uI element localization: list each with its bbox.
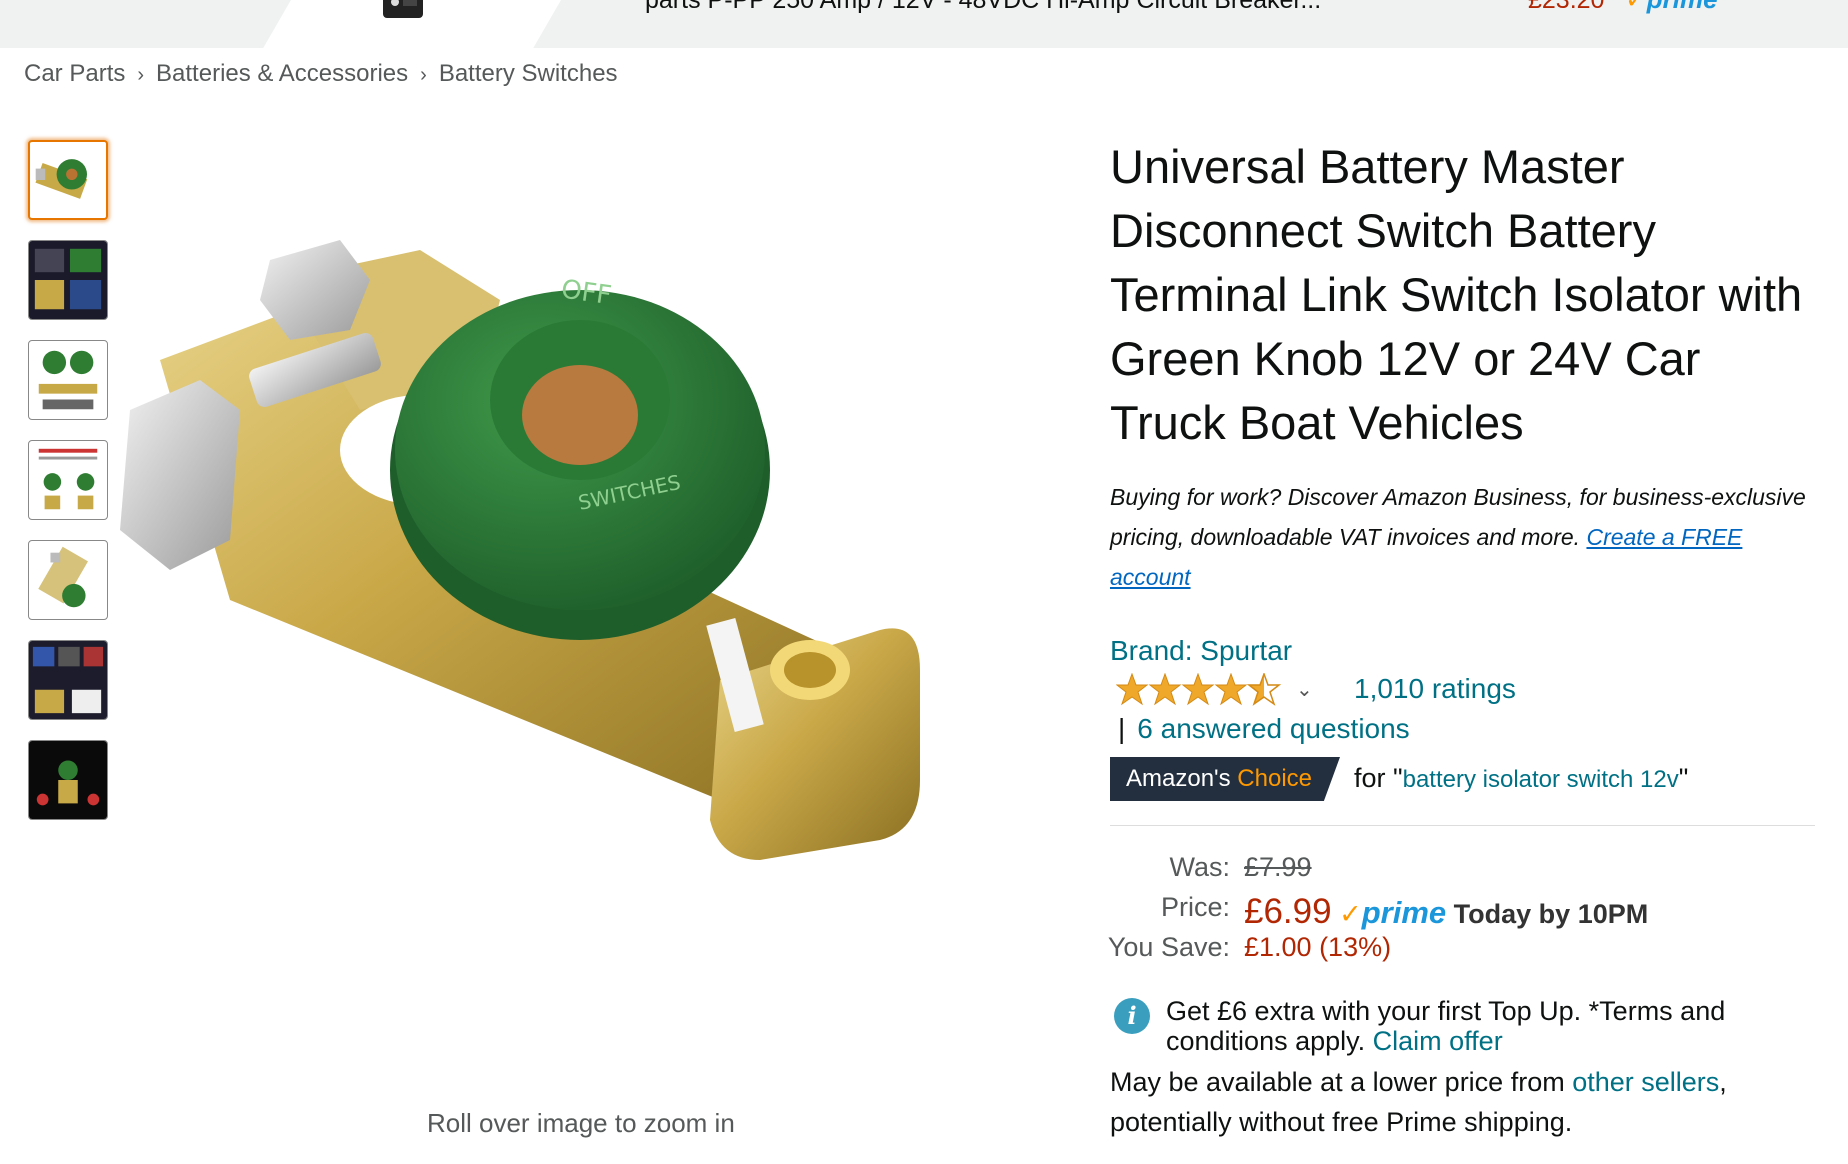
thumbnail-1[interactable] <box>28 140 108 220</box>
breadcrumb-batteries-accessories[interactable]: Batteries & Accessories <box>156 60 408 87</box>
savings-label: You Save: <box>1107 932 1230 962</box>
choice-close-quote: " <box>1678 763 1689 793</box>
chevron-down-icon[interactable]: ⌄ <box>1296 677 1313 702</box>
badge-prefix: Amazon's <box>1126 765 1231 792</box>
sponsored-strip[interactable]: parts P-PP 250 Amp / 12V - 48VDC Hi-Amp … <box>0 0 1848 48</box>
choice-for-text: for "battery isolator switch 12v" <box>1354 763 1688 794</box>
other-sellers-link[interactable]: other sellers <box>1572 1067 1719 1097</box>
product-title: Universal Battery Master Disconnect Swit… <box>1110 140 1803 449</box>
sponsored-price: £23.20 <box>1528 0 1605 14</box>
thumbnail-6[interactable] <box>28 640 108 720</box>
thumbnail-list <box>28 140 112 840</box>
zoom-hint: Roll over image to zoom in <box>427 1108 735 1138</box>
thumbnail-2[interactable] <box>28 240 108 320</box>
choice-for-label: for " <box>1354 763 1403 793</box>
price-label: Price: <box>1160 892 1230 922</box>
thumbnail-5[interactable] <box>28 540 108 620</box>
ratings-count-link[interactable]: 1,010 ratings <box>1354 673 1516 705</box>
current-price-row: Price: £6.99 ✓prime Today by 10PM <box>1110 892 1815 932</box>
was-price: £7.99 <box>1244 852 1312 882</box>
prime-logo: prime <box>1361 895 1447 930</box>
breadcrumb-separator: › <box>137 64 145 86</box>
sponsored-title[interactable]: parts P-PP 250 Amp / 12V - 48VDC Hi-Amp … <box>645 0 1321 15</box>
main-product-image[interactable]: OFF SWITCHES <box>120 240 1080 1000</box>
thumbnail-4[interactable] <box>28 440 108 520</box>
qa-row: | 6 answered questions <box>1110 713 1815 753</box>
business-promo: Buying for work? Discover Amazon Busines… <box>1110 477 1815 597</box>
product-details: Universal Battery Master Disconnect Swit… <box>1107 135 1815 1142</box>
lower-price-note: May be available at a lower price from o… <box>1110 1062 1815 1142</box>
topup-offer: i Get £6 extra with your first Top Up. *… <box>1110 996 1815 1056</box>
breadcrumb-separator: › <box>420 64 427 86</box>
was-label: Was: <box>1169 852 1231 882</box>
claim-offer-link[interactable]: Claim offer <box>1373 1026 1503 1056</box>
prime-check-icon: ✓ <box>1339 899 1362 929</box>
price-group: £6.99 ✓prime Today by 10PM <box>1244 892 1648 932</box>
delivery-estimate: Today by 10PM <box>1453 899 1649 929</box>
star-rating-icon[interactable] <box>1116 673 1286 707</box>
sponsored-prime-badge: ✓prime <box>1625 0 1718 15</box>
brand-link[interactable]: Brand: Spurtar <box>1110 635 1815 667</box>
lower-price-text: May be available at a lower price from <box>1110 1067 1565 1097</box>
badge-choice-word: Choice <box>1237 765 1313 792</box>
current-price: £6.99 <box>1244 892 1332 931</box>
breadcrumb: Car Parts › Batteries & Accessories › Batter… <box>24 60 618 88</box>
info-icon: i <box>1114 998 1150 1034</box>
savings-value: £1.00 (13%) <box>1244 932 1392 962</box>
qa-separator: | <box>1118 713 1126 744</box>
amazons-choice-row: Amazon's Choice for "battery isolator sw… <box>1110 757 1815 803</box>
was-price-row: Was: £7.99 <box>1110 852 1815 892</box>
prime-word: prime <box>1647 0 1718 14</box>
breadcrumb-car-parts[interactable]: Car Parts <box>24 60 125 87</box>
thumbnail-7[interactable] <box>28 740 108 820</box>
answered-questions-link[interactable]: 6 answered questions <box>1137 713 1409 744</box>
savings-row: You Save: £1.00 (13%) <box>1107 932 1815 972</box>
sponsored-product-image[interactable] <box>375 0 435 28</box>
breadcrumb-battery-switches[interactable]: Battery Switches <box>439 60 618 87</box>
divider <box>1110 825 1815 826</box>
ratings-row: ⌄ 1,010 ratings <box>1110 671 1815 711</box>
amazons-choice-badge[interactable]: Amazon's Choice <box>1110 757 1340 801</box>
price-table: Was: £7.99 Price: £6.99 ✓prime Today by … <box>1107 852 1815 972</box>
prime-check-icon: ✓ <box>1625 0 1647 14</box>
choice-query-link[interactable]: battery isolator switch 12v <box>1403 766 1679 793</box>
thumbnail-3[interactable] <box>28 340 108 420</box>
